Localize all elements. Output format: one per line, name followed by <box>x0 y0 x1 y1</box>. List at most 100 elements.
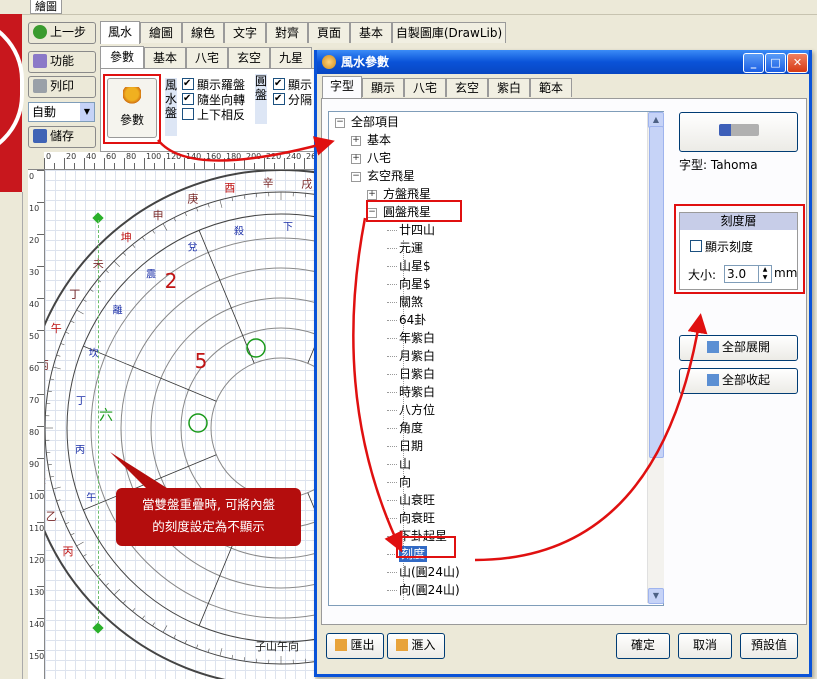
tree-node[interactable]: 元運 <box>399 240 423 256</box>
defaults-button[interactable]: 預設值 <box>740 633 798 659</box>
tab-align[interactable]: 對齊 <box>266 22 308 43</box>
scale-tick <box>82 299 87 302</box>
function-button[interactable]: 功能 <box>28 51 96 73</box>
tree-expand-toggle[interactable]: + <box>351 154 361 164</box>
ruler-tick <box>254 163 255 169</box>
scale-tick <box>76 309 84 315</box>
tab-dialog-bazhai[interactable]: 八宅 <box>404 78 446 97</box>
tab-xuankong[interactable]: 玄空 <box>228 47 270 68</box>
tree-node[interactable]: 八宅 <box>367 150 391 166</box>
tree-node[interactable]: 關煞 <box>399 294 423 310</box>
maximize-button[interactable]: □ <box>765 53 786 73</box>
tab-text[interactable]: 文字 <box>224 22 266 43</box>
checkbox-flip-vertical[interactable] <box>182 108 194 120</box>
option-flip-vertical[interactable]: 上下相反 <box>182 108 245 123</box>
import-button[interactable]: 滙入 <box>387 633 445 659</box>
top-tab-draw[interactable]: 繪圖 <box>30 0 62 14</box>
dialog-title-bar[interactable]: 風水參數 _ □ ✕ <box>317 50 809 74</box>
compass-ring <box>45 170 315 679</box>
scroll-thumb[interactable] <box>649 126 664 458</box>
app-icon <box>322 55 336 69</box>
tab-bazhai[interactable]: 八宅 <box>186 47 228 68</box>
checkbox-show[interactable] <box>273 76 285 91</box>
tab-template[interactable]: 範本 <box>530 78 572 97</box>
tab-draw[interactable]: 繪圖 <box>140 22 182 43</box>
tree-node[interactable]: 年紫白 <box>399 330 435 346</box>
tab-display[interactable]: 顯示 <box>362 78 404 97</box>
tree-node[interactable]: 山(圓24山) <box>399 564 460 580</box>
scroll-down-arrow[interactable]: ▼ <box>648 588 664 604</box>
tree-node[interactable]: 廿四山 <box>399 222 435 238</box>
tree-node[interactable]: 64卦 <box>399 312 426 328</box>
tree-node[interactable]: 月紫白 <box>399 348 435 364</box>
expand-all-button[interactable]: 全部展開 <box>679 335 798 361</box>
tab-sub-basic[interactable]: 基本 <box>144 47 186 68</box>
tree-node[interactable]: 向(圓24山) <box>399 582 460 598</box>
tree-collapse-toggle[interactable]: − <box>335 118 345 128</box>
scale-tick <box>173 217 176 222</box>
tree-node[interactable]: 向星$ <box>399 276 431 292</box>
checkbox-rotate-with-facing[interactable] <box>182 91 194 106</box>
tree-node[interactable]: 山星$ <box>399 258 431 274</box>
option-rotate-with-facing[interactable]: 隨坐向轉 <box>182 91 245 108</box>
spin-up-icon[interactable]: ▲ <box>758 266 771 274</box>
tab-jiuxing[interactable]: 九星 <box>270 47 312 68</box>
tab-drawlib[interactable]: 自製圖庫(DrawLib) <box>392 22 506 43</box>
close-button[interactable]: ✕ <box>787 53 808 73</box>
cancel-button[interactable]: 取消 <box>678 633 732 659</box>
chevron-down-icon[interactable]: ▼ <box>80 103 94 121</box>
drawing-canvas[interactable]: 丙乙辰巽巳丙午丁未坤申庚酉辛戌乾亥壬子癸丑艮寅甲卯午丙丁坎離震兌殺下祿82594… <box>45 170 315 679</box>
tree-expand-toggle[interactable]: + <box>351 136 361 146</box>
mode-select[interactable]: 自動 ▼ <box>28 102 95 122</box>
ruler-label: 40 <box>29 300 40 309</box>
tree-node[interactable]: 玄空飛星 <box>367 168 415 184</box>
tree-node[interactable]: 日紫白 <box>399 366 435 382</box>
tab-basic[interactable]: 基本 <box>350 22 392 43</box>
ok-button[interactable]: 確定 <box>616 633 670 659</box>
tree-node[interactable]: 八方位 <box>399 402 435 418</box>
ruler-label: 140 <box>186 152 202 161</box>
tree-node[interactable]: 全部項目 <box>351 114 399 130</box>
tab-fengshui[interactable]: 風水 <box>100 21 140 44</box>
tree-connector <box>387 446 397 447</box>
ruler-tick <box>37 170 44 171</box>
tab-params[interactable]: 參數 <box>100 46 144 69</box>
scale-tick <box>152 229 155 234</box>
minimize-icon: _ <box>750 56 757 69</box>
collapse-all-button[interactable]: 全部收起 <box>679 368 798 394</box>
tree-node[interactable]: 山衰旺 <box>399 492 435 508</box>
option-show-scale[interactable]: 顯示刻度 <box>690 238 753 255</box>
tree-node[interactable]: 角度 <box>399 420 423 436</box>
option-separate[interactable]: 分隔 <box>273 91 312 108</box>
tree-node[interactable]: 日期 <box>399 438 423 454</box>
tab-font[interactable]: 字型 <box>322 76 362 98</box>
checkbox-separate[interactable] <box>273 91 285 106</box>
option-show-compass[interactable]: 顯示羅盤 <box>182 76 245 93</box>
font-picker-button[interactable] <box>679 112 798 152</box>
scale-size-spinner[interactable]: 3.0 ▲ ▼ <box>724 265 772 283</box>
params-button[interactable]: 參數 <box>107 78 157 138</box>
minimize-button[interactable]: _ <box>743 53 764 73</box>
checkbox-show-compass[interactable] <box>182 76 194 91</box>
tab-page[interactable]: 頁面 <box>308 22 350 43</box>
tree-node[interactable]: 向衰旺 <box>399 510 435 526</box>
tab-line-color[interactable]: 線色 <box>182 22 224 43</box>
tree-node[interactable]: 時紫白 <box>399 384 435 400</box>
tab-dialog-xuankong[interactable]: 玄空 <box>446 78 488 97</box>
tree-node[interactable]: 山 <box>399 456 411 472</box>
checkbox-show-scale[interactable] <box>690 240 702 252</box>
tree-expand-toggle[interactable]: + <box>367 190 377 200</box>
size-unit: mm <box>774 266 798 280</box>
save-button[interactable]: 儲存 <box>28 126 96 148</box>
spin-down-icon[interactable]: ▼ <box>758 274 771 282</box>
tab-zibai[interactable]: 紫白 <box>488 78 530 97</box>
ruler-tick <box>204 158 205 169</box>
export-button[interactable]: 匯出 <box>326 633 384 659</box>
tree-node[interactable]: 向 <box>399 474 411 490</box>
tree-node[interactable]: 基本 <box>367 132 391 148</box>
scale-tick <box>89 289 94 292</box>
settings-tree[interactable]: − 全部項目 + 基本 + 八宅 − 玄空飛星 + 方盤飛星 − 圓盤飛星 廿四山 元運 山星$ 向星$ 關煞 6… <box>328 111 664 606</box>
print-button[interactable]: 列印 <box>28 76 96 98</box>
back-button[interactable]: 上一步 <box>28 22 96 44</box>
tree-collapse-toggle[interactable]: − <box>351 172 361 182</box>
